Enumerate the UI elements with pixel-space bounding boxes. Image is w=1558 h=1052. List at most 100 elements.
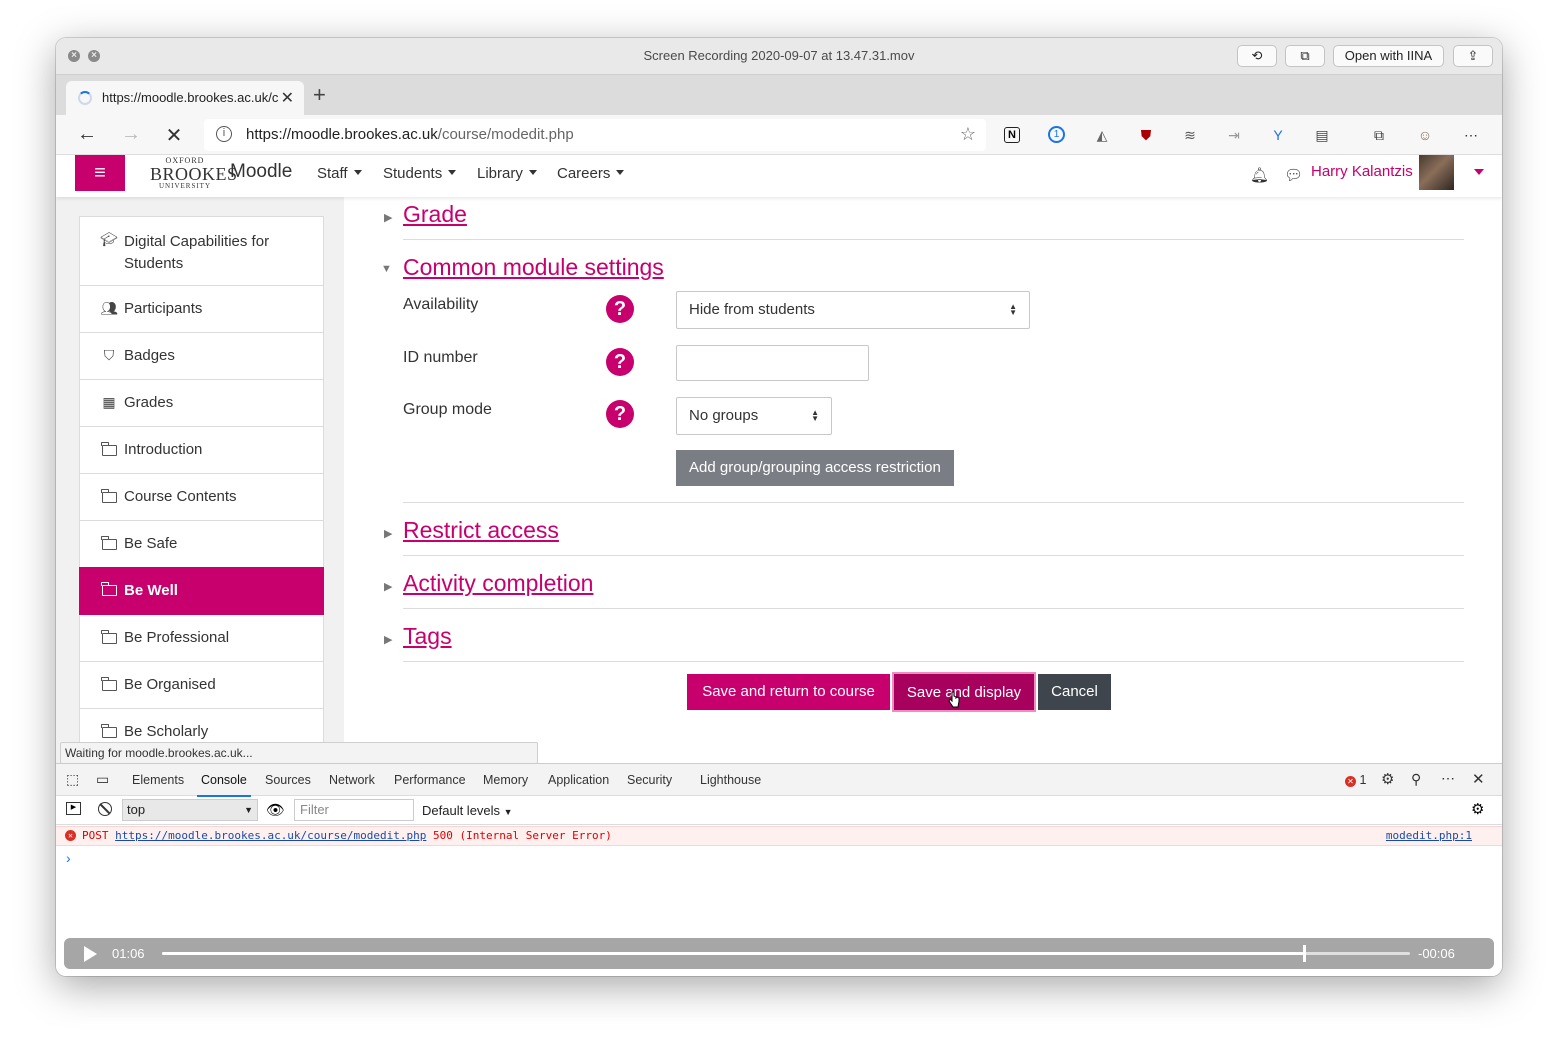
sidebar-item-participants[interactable]: 👥︎ Participants: [80, 286, 323, 333]
messages-icon[interactable]: 💬︎: [1284, 166, 1303, 184]
notifications-bell-icon[interactable]: 🔔︎: [1250, 166, 1269, 184]
rotate-button[interactable]: ⟲: [1237, 45, 1277, 67]
sidebar-item-introduction[interactable]: Introduction: [80, 427, 323, 474]
ublock-icon[interactable]: ⛊: [1136, 125, 1156, 145]
tab-network[interactable]: Network: [329, 773, 375, 787]
menu-careers[interactable]: Careers: [557, 165, 625, 182]
section-activity-completion[interactable]: Activity completion: [403, 570, 593, 597]
site-name[interactable]: Moodle: [230, 161, 292, 183]
site-info-icon[interactable]: i: [216, 126, 232, 142]
error-source-link[interactable]: modedit.php:1: [1386, 827, 1472, 845]
reader-extension-icon[interactable]: ≋: [1180, 125, 1200, 145]
section-common-module-settings[interactable]: Common module settings: [403, 254, 664, 281]
inspect-element-icon[interactable]: ⬚: [66, 771, 79, 788]
section-grade[interactable]: Grade: [403, 201, 467, 228]
new-tab-icon[interactable]: +: [313, 82, 326, 108]
help-icon[interactable]: ?: [606, 295, 634, 323]
help-icon[interactable]: ?: [606, 348, 634, 376]
menu-students[interactable]: Students: [383, 165, 457, 182]
favorite-star-icon[interactable]: ☆: [960, 124, 976, 145]
scrubber-handle[interactable]: [1303, 945, 1306, 962]
trim-button[interactable]: ⧉: [1285, 45, 1325, 67]
tab-close-icon[interactable]: ✕: [281, 88, 294, 108]
back-icon[interactable]: ←: [75, 123, 99, 146]
error-count-badge[interactable]: ✕ 1: [1345, 773, 1366, 787]
user-menu-chevron-icon[interactable]: [1474, 169, 1484, 175]
section-restrict-access[interactable]: Restrict access: [403, 517, 559, 544]
brookes-logo[interactable]: OXFORD BROOKES UNIVERSITY: [150, 157, 237, 190]
profile-icon[interactable]: ☺: [1415, 125, 1435, 145]
sidebar-item-course[interactable]: 🎓︎ Digital Capabilities for Students: [80, 217, 323, 286]
cancel-button[interactable]: Cancel: [1038, 674, 1111, 710]
error-url-link[interactable]: https://moodle.brookes.ac.uk/course/mode…: [115, 829, 426, 842]
clear-console-icon[interactable]: [98, 802, 112, 816]
devtools-more-icon[interactable]: ⋯: [1441, 770, 1455, 787]
settings-gear-icon[interactable]: ⚙: [1381, 770, 1394, 788]
sidebar-item-label: Digital Capabilities for Students: [124, 233, 270, 272]
menu-toggle-icon[interactable]: ≡: [75, 155, 125, 191]
stop-loading-icon[interactable]: ✕: [162, 123, 186, 148]
sidebar-item-badges[interactable]: ⛉ Badges: [80, 333, 323, 380]
tab-application[interactable]: Application: [548, 773, 609, 787]
avatar[interactable]: [1419, 155, 1454, 190]
user-name[interactable]: Harry Kalantzis: [1311, 163, 1413, 180]
id-number-input[interactable]: [676, 345, 869, 381]
sidebar-item-be-professional[interactable]: Be Professional: [80, 615, 323, 662]
tab-security[interactable]: Security: [627, 773, 672, 787]
sidebar-item-grades[interactable]: ▦ Grades: [80, 380, 323, 427]
help-icon[interactable]: ?: [606, 400, 634, 428]
sidebar-item-course-contents[interactable]: Course Contents: [80, 474, 323, 521]
menu-library[interactable]: Library: [477, 165, 537, 182]
forward-icon[interactable]: →: [119, 123, 143, 146]
tab-performance[interactable]: Performance: [394, 773, 466, 787]
sidebar-item-be-safe[interactable]: Be Safe: [80, 521, 323, 568]
tab-memory[interactable]: Memory: [483, 773, 528, 787]
tab-sources[interactable]: Sources: [265, 773, 311, 787]
scrubber-track[interactable]: [162, 945, 1410, 962]
share-icon[interactable]: ⇪: [1453, 45, 1493, 67]
browser-tab[interactable]: https://moodle.brookes.ac.uk/c ✕: [66, 81, 304, 115]
default-levels-dropdown[interactable]: Default levels ▼: [422, 803, 513, 818]
tab-elements[interactable]: Elements: [132, 773, 184, 787]
y-extension-icon[interactable]: Y: [1268, 125, 1288, 145]
availability-select[interactable]: Hide from students ▲ ▼: [676, 291, 1030, 329]
error-method: POST: [82, 829, 109, 842]
save-and-display-button[interactable]: Save and display: [892, 672, 1036, 712]
filter-input[interactable]: Filter: [294, 799, 414, 821]
reading-view-icon[interactable]: ▤: [1312, 125, 1332, 145]
select-arrows-icon: ▲ ▼: [811, 408, 819, 423]
sidebar-item-be-organised[interactable]: Be Organised: [80, 662, 323, 709]
open-with-iina-button[interactable]: Open with IINA: [1333, 45, 1444, 67]
console-settings-gear-icon[interactable]: ⚙: [1471, 800, 1484, 818]
feedback-icon[interactable]: ⚲: [1411, 771, 1421, 788]
section-tags[interactable]: Tags: [403, 623, 452, 650]
play-icon[interactable]: [84, 946, 97, 962]
availability-value: Hide from students: [689, 301, 815, 318]
sidebar-toggle-icon[interactable]: ▶: [66, 802, 81, 815]
divider: [403, 239, 1464, 240]
collections-icon[interactable]: ⧉: [1369, 125, 1389, 145]
sidebar-item-be-well[interactable]: Be Well: [79, 567, 324, 615]
divider: [403, 502, 1464, 503]
address-bar[interactable]: i https://moodle.brookes.ac.uk/course/mo…: [204, 119, 986, 151]
url-path: /course/modedit.php: [437, 126, 574, 143]
extension-bird-icon[interactable]: ◭: [1092, 125, 1112, 145]
tab-console[interactable]: Console: [197, 773, 251, 797]
save-and-return-button[interactable]: Save and return to course: [687, 674, 890, 710]
group-mode-select[interactable]: No groups ▲ ▼: [676, 397, 832, 435]
sidebar-item-label: Be Safe: [124, 535, 178, 552]
sidebar-item-label: Grades: [124, 394, 174, 411]
notion-icon[interactable]: N: [1004, 127, 1020, 143]
live-expression-eye-icon[interactable]: 👁︎: [266, 801, 285, 819]
console-prompt-icon[interactable]: ›: [66, 850, 71, 866]
tab-lighthouse[interactable]: Lighthouse: [700, 773, 761, 787]
more-menu-icon[interactable]: ⋯: [1461, 125, 1481, 145]
device-toolbar-icon[interactable]: ▭: [96, 771, 109, 788]
menu-staff[interactable]: Staff: [317, 165, 362, 182]
course-sidebar: 🎓︎ Digital Capabilities for Students 👥︎ …: [79, 216, 324, 763]
context-select[interactable]: top ▼: [122, 799, 258, 821]
send-extension-icon[interactable]: ⇥: [1224, 125, 1244, 145]
add-group-restriction-button[interactable]: Add group/grouping access restriction: [676, 450, 954, 486]
password-manager-icon[interactable]: 1: [1048, 126, 1065, 143]
close-devtools-icon[interactable]: ✕: [1472, 770, 1485, 788]
